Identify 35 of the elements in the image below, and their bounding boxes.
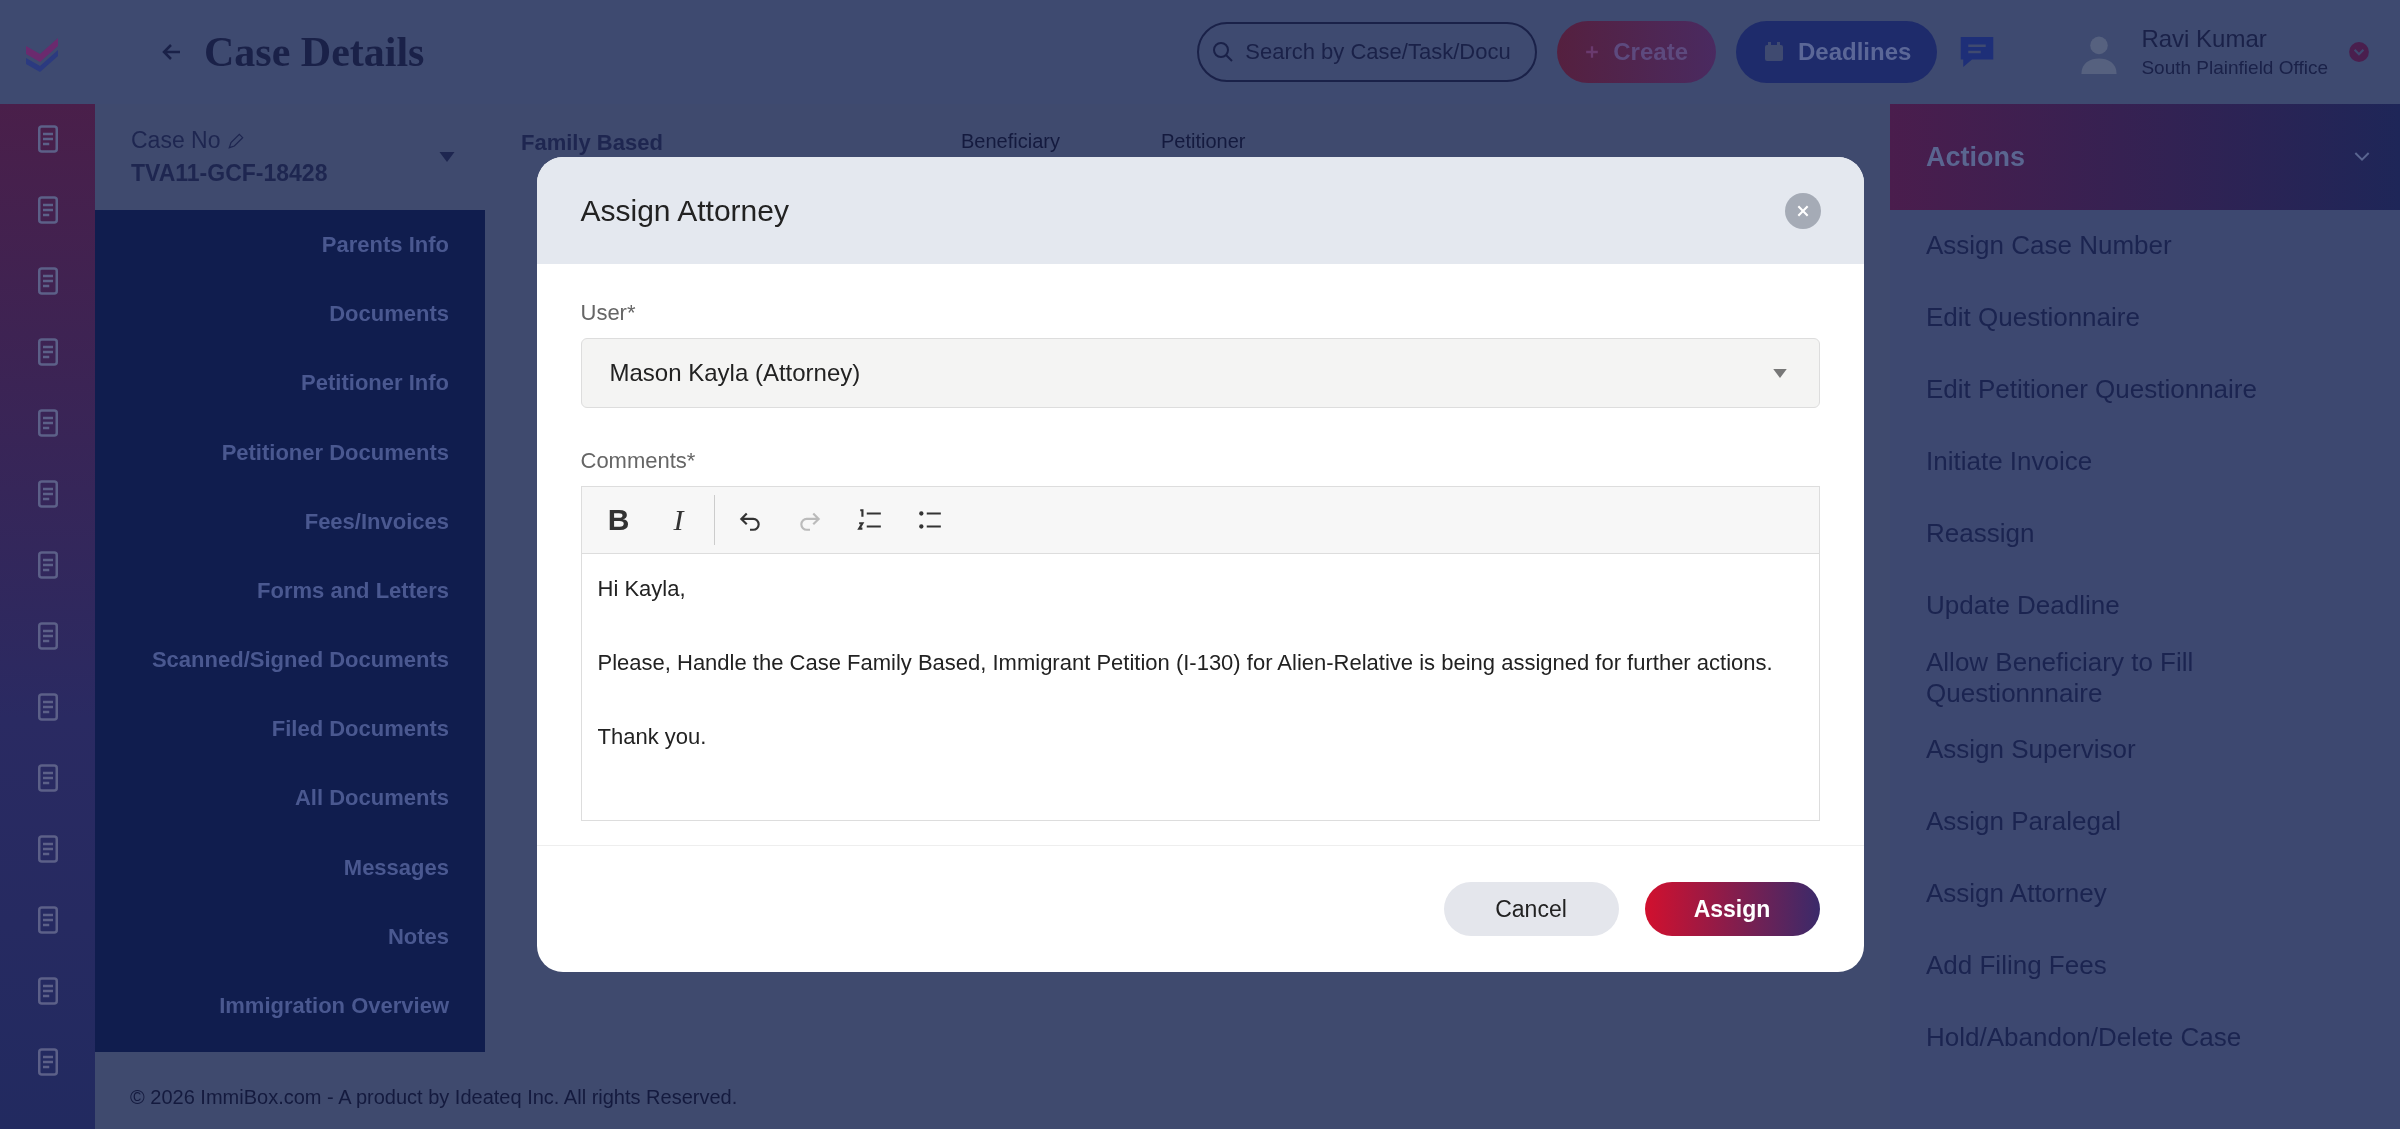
caret-icon [1772,368,1787,378]
case-menu-item[interactable]: Documents [329,291,449,361]
comment-paragraph: Hi Kayla, [597,575,687,603]
comments-label: Comments* [580,448,697,474]
comments-editor[interactable]: B I Hi Kayla, Please, Handle the Case Family Based, Immigrant Petition (I-130) for Alien-Relative is being assigned for further actions. Thank you. [580,486,1820,821]
case-menu-item[interactable]: Fees/Invoices [304,498,449,568]
plus-icon [1585,45,1600,59]
user-select[interactable]: Mason Kayla (Attorney) [580,338,1820,408]
numbered-list-icon [855,507,884,533]
case-menu-item[interactable]: Parents Info [321,222,449,292]
case-menu-item[interactable]: Messages [343,844,449,914]
case-menu-item[interactable]: Petitioner Documents [221,429,449,499]
close-icon [1795,203,1810,218]
case-menu-item[interactable]: All Documents [294,775,449,845]
close-button[interactable] [1784,192,1821,229]
caret-icon[interactable] [439,152,455,162]
italic-button[interactable]: I [653,497,704,543]
calendar-icon [1762,40,1786,64]
case-menu-item[interactable]: Filed Documents [271,706,449,776]
modal-title: Assign Attorney [580,193,789,228]
comment-paragraph: Thank you. [597,723,708,751]
bold-button[interactable]: B [593,497,644,543]
chevron-icon [2354,151,2370,163]
case-menu-item[interactable]: Notes [387,913,449,983]
case-menu-item[interactable]: Scanned/Signed Documents [151,637,449,707]
user-label: User* [580,300,637,326]
case-menu-item[interactable]: Immigration Overview [219,982,449,1053]
assign-button[interactable]: Assign [1644,882,1820,936]
cancel-button[interactable]: Cancel [1443,882,1619,936]
comment-paragraph: Please, Handle the Case Family Based, Immigrant Petition (I-130) for Alien-Relative is being assigned for further actions. [597,649,1774,677]
dropdown-icon[interactable] [2348,41,2370,63]
case-menu-item[interactable]: Petitioner Info [301,360,449,430]
case-menu-item[interactable]: Forms and Letters [257,567,449,638]
deadlines-button[interactable]: Deadlines [1736,21,1938,83]
actions-header[interactable]: Actions [1890,104,2400,210]
